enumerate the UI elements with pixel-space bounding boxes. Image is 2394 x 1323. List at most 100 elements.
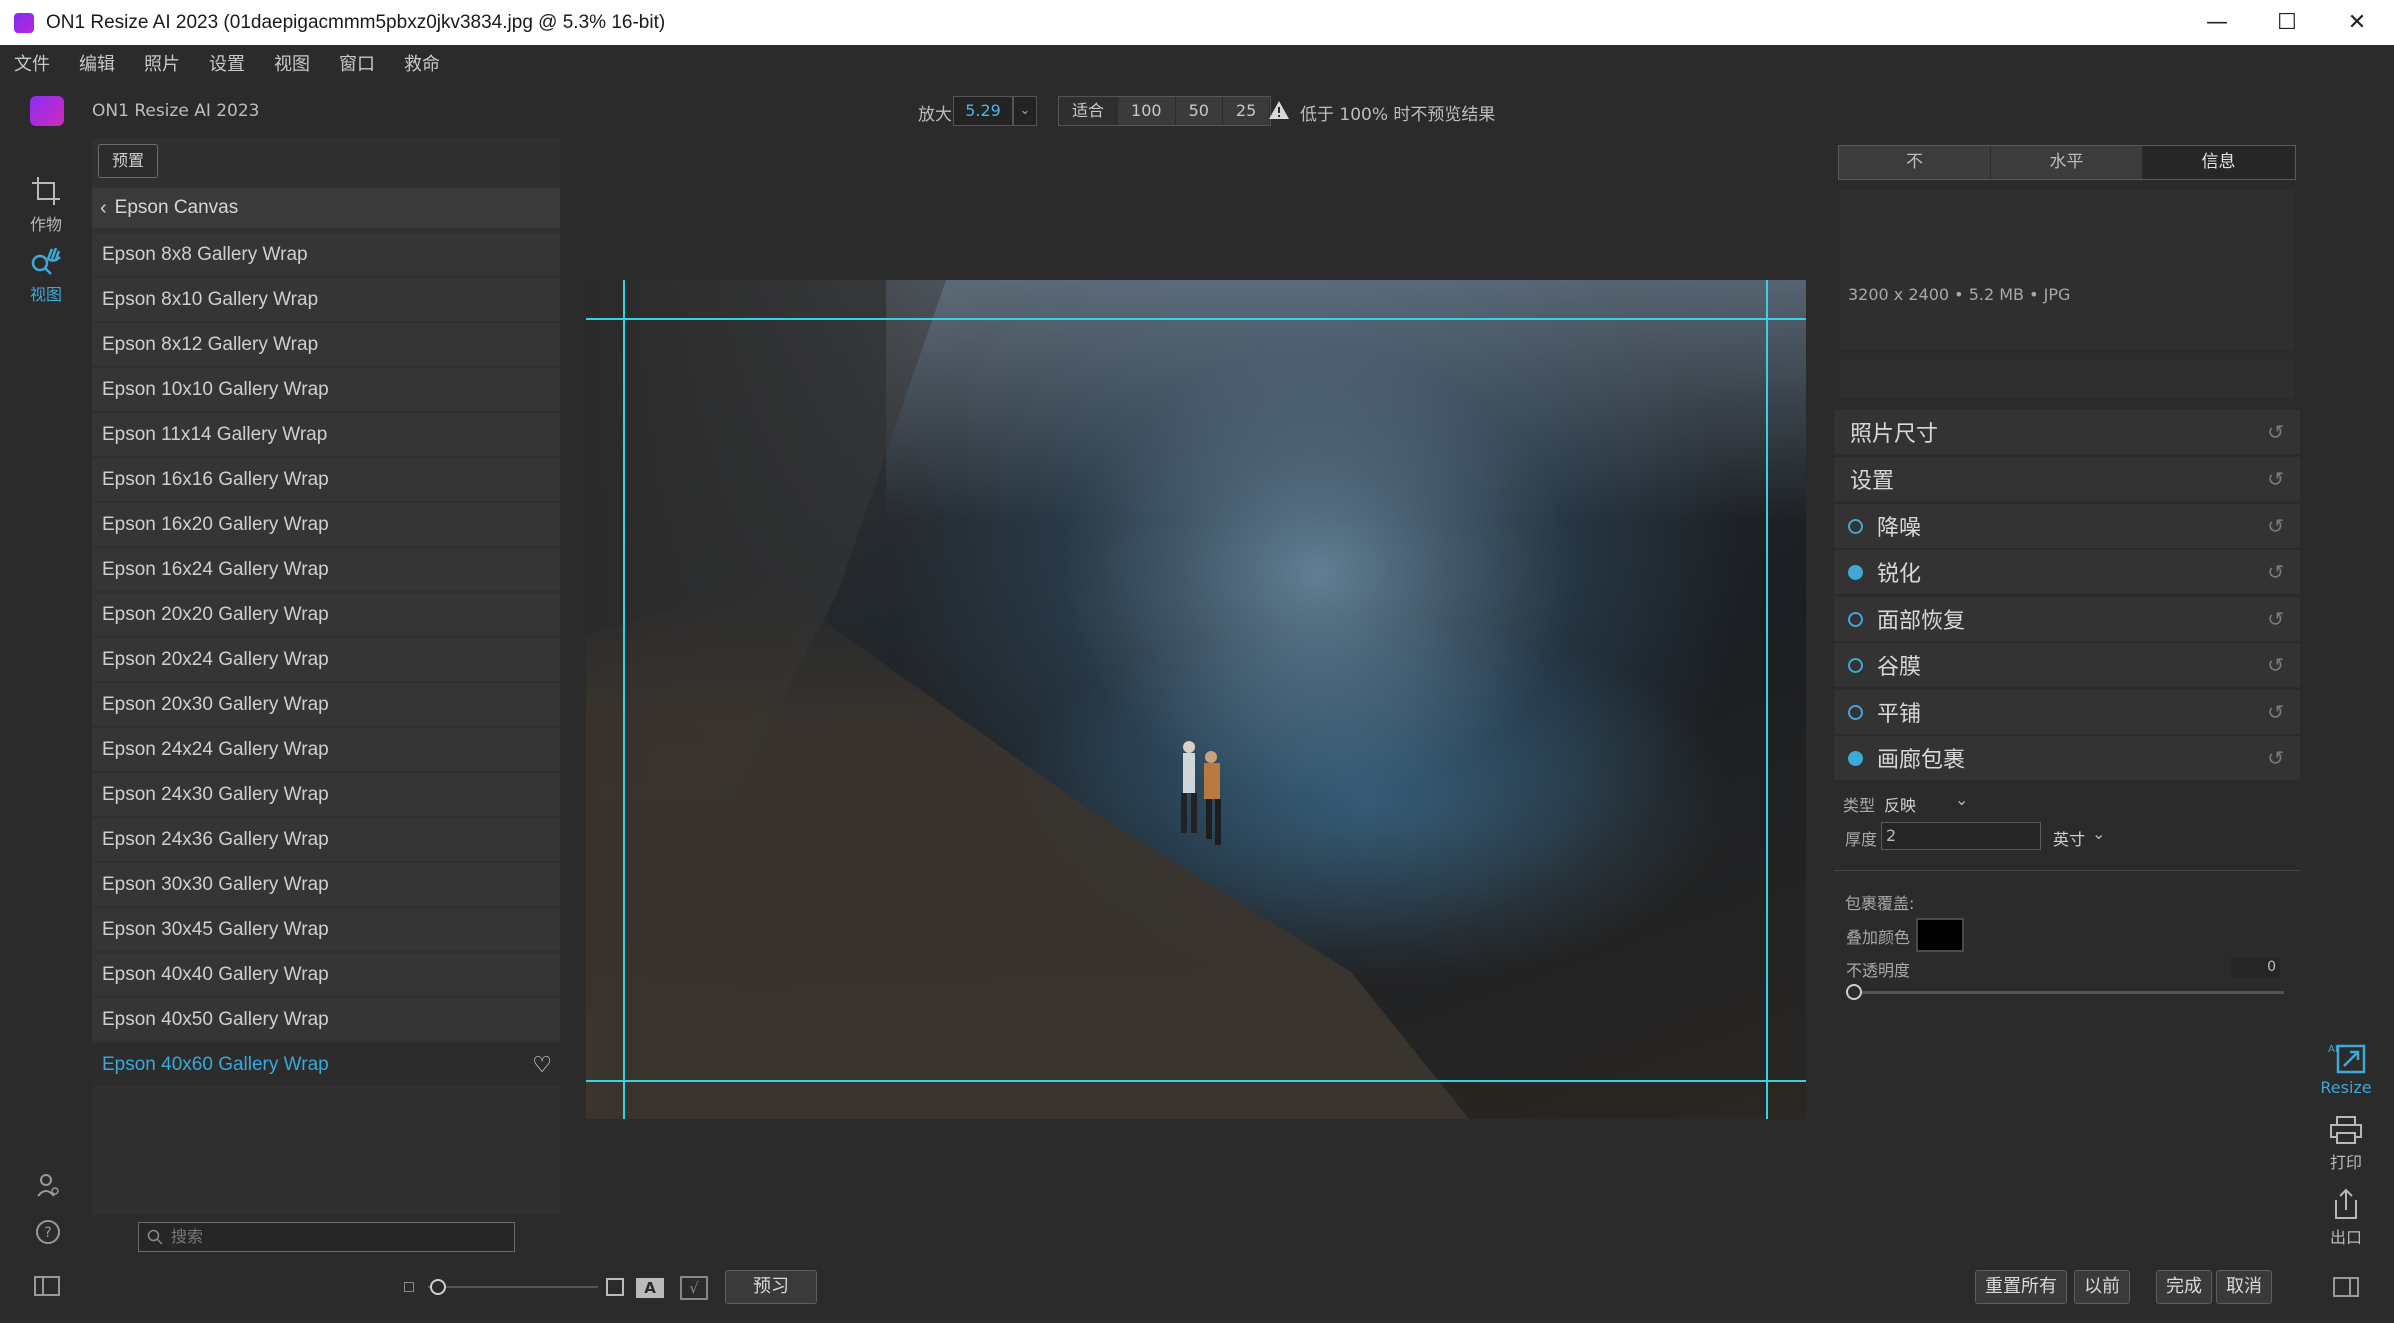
large-thumb-icon[interactable] — [606, 1278, 624, 1296]
tab-none[interactable]: 不 — [1839, 146, 1991, 179]
section-sharpen[interactable]: 锐化 ↺ — [1834, 550, 2300, 594]
unit-chevron-icon[interactable]: ⌄ — [2092, 824, 2105, 843]
wrap-type-select[interactable]: 反映 — [1884, 792, 1916, 816]
module-resize[interactable]: AI Resize — [2318, 1040, 2374, 1097]
preset-item[interactable]: Epson 16x20 Gallery Wrap — [92, 503, 560, 546]
menu-edit[interactable]: 编辑 — [79, 50, 115, 76]
preset-item[interactable]: Epson 11x14 Gallery Wrap — [92, 413, 560, 456]
reset-icon[interactable]: ↺ — [2267, 514, 2284, 538]
opacity-slider-handle[interactable] — [1846, 984, 1862, 1000]
preset-item[interactable]: Epson 40x50 Gallery Wrap — [92, 998, 560, 1041]
film-grain-toggle[interactable] — [1848, 657, 1863, 673]
preset-item[interactable]: Epson 8x10 Gallery Wrap — [92, 278, 560, 321]
preset-item[interactable]: Epson 8x8 Gallery Wrap — [92, 233, 560, 276]
preset-item[interactable]: Epson 20x30 Gallery Wrap — [92, 683, 560, 726]
toggle-left-panel-icon[interactable] — [34, 1276, 60, 1296]
thumb-size-handle[interactable] — [430, 1279, 446, 1295]
reset-icon[interactable]: ↺ — [2267, 700, 2284, 724]
opacity-value[interactable]: 0 — [2230, 957, 2280, 977]
gallery-wrap-toggle[interactable] — [1848, 750, 1863, 766]
help-icon[interactable]: ? — [35, 1219, 61, 1245]
text-overlay-icon[interactable]: A — [636, 1278, 664, 1298]
tiling-toggle[interactable] — [1848, 704, 1863, 720]
sharpen-toggle[interactable] — [1848, 564, 1863, 580]
noise-toggle[interactable] — [1848, 518, 1863, 534]
section-noise[interactable]: 降噪 ↺ — [1834, 504, 2300, 548]
toggle-right-panel-icon[interactable] — [2333, 1277, 2359, 1297]
compare-icon[interactable]: √ — [680, 1276, 708, 1300]
preset-item[interactable]: Epson 24x24 Gallery Wrap — [92, 728, 560, 771]
tab-info[interactable]: 信息 — [2143, 146, 2295, 179]
preset-item[interactable]: Epson 40x60 Gallery Wrap ♡ — [92, 1043, 560, 1086]
reset-icon[interactable]: ↺ — [2267, 420, 2284, 444]
back-chevron-icon[interactable]: ‹ — [100, 197, 107, 220]
preset-item[interactable]: Epson 16x16 Gallery Wrap — [92, 458, 560, 501]
menu-file[interactable]: 文件 — [14, 50, 50, 76]
menu-help[interactable]: 救命 — [404, 50, 440, 76]
breadcrumb-label: Epson Canvas — [114, 197, 239, 218]
preset-item[interactable]: Epson 8x12 Gallery Wrap — [92, 323, 560, 366]
unit-select[interactable]: 英寸 — [2053, 826, 2085, 850]
close-button[interactable]: ✕ — [2322, 0, 2392, 45]
zoom-fit-button[interactable]: 适合 — [1059, 97, 1119, 125]
cancel-button[interactable]: 取消 — [2216, 1270, 2272, 1304]
preset-item[interactable]: Epson 24x36 Gallery Wrap — [92, 818, 560, 861]
reset-icon[interactable]: ↺ — [2267, 653, 2284, 677]
preset-item[interactable]: Epson 20x20 Gallery Wrap — [92, 593, 560, 636]
small-thumb-icon[interactable] — [404, 1282, 414, 1292]
previous-button[interactable]: 以前 — [2074, 1270, 2130, 1304]
preset-item[interactable]: Epson 10x10 Gallery Wrap — [92, 368, 560, 411]
section-film-grain[interactable]: 谷膜 ↺ — [1834, 643, 2300, 687]
menu-window[interactable]: 窗口 — [339, 50, 375, 76]
preset-item[interactable]: Epson 30x30 Gallery Wrap — [92, 863, 560, 906]
preset-item[interactable]: Epson 40x40 Gallery Wrap — [92, 953, 560, 996]
module-export[interactable]: 出口 — [2318, 1188, 2374, 1248]
preset-button[interactable]: 预置 — [98, 144, 158, 178]
reset-icon[interactable]: ↺ — [2267, 607, 2284, 631]
face-toggle[interactable] — [1848, 611, 1863, 627]
section-photo-size[interactable]: 照片尺寸 ↺ — [1834, 410, 2300, 454]
maximize-btn[interactable]: ☐ — [2252, 0, 2322, 45]
favorite-heart-icon[interactable]: ♡ — [532, 1043, 552, 1086]
menu-photo[interactable]: 照片 — [144, 50, 180, 76]
module-print-label: 打印 — [2329, 1153, 2362, 1172]
thickness-input[interactable]: 2 — [1881, 822, 2041, 850]
section-settings[interactable]: 设置 ↺ — [1834, 457, 2300, 501]
user-icon[interactable] — [36, 1172, 60, 1198]
warning-icon — [1269, 101, 1289, 119]
preset-item[interactable]: Epson 24x30 Gallery Wrap — [92, 773, 560, 816]
thumb-size-slider[interactable] — [428, 1286, 598, 1288]
preset-item[interactable]: Epson 20x24 Gallery Wrap — [92, 638, 560, 681]
preset-item-label: Epson 40x40 Gallery Wrap — [102, 964, 329, 985]
zoom-100-button[interactable]: 100 — [1118, 97, 1176, 125]
reset-icon[interactable]: ↺ — [2267, 467, 2284, 491]
section-gallery-wrap-label: 画廊包裹 — [1877, 748, 1966, 773]
section-gallery-wrap[interactable]: 画廊包裹 ↺ — [1834, 736, 2300, 780]
reset-icon[interactable]: ↺ — [2267, 746, 2284, 770]
minimize-btn[interactable]: — — [2182, 0, 2252, 45]
tab-horizontal[interactable]: 水平 — [1991, 146, 2143, 179]
section-tiling[interactable]: 平铺 ↺ — [1834, 690, 2300, 734]
zoom-50-button[interactable]: 50 — [1175, 97, 1223, 125]
zoom-25-button[interactable]: 25 — [1222, 97, 1271, 125]
zoom-dropdown-chevron-icon[interactable]: ⌄ — [1013, 96, 1037, 126]
menu-view[interactable]: 视图 — [274, 50, 310, 76]
zoom-input[interactable]: 5.29 — [953, 96, 1013, 126]
module-print[interactable]: 打印 — [2318, 1115, 2374, 1173]
preset-search-input[interactable]: 搜索 — [138, 1222, 515, 1252]
view-tool[interactable]: 视图 — [18, 245, 74, 305]
preset-breadcrumb[interactable]: ‹ Epson Canvas — [92, 188, 560, 228]
section-face-recovery[interactable]: 面部恢复 ↺ — [1834, 597, 2300, 641]
crop-tool[interactable]: 作物 — [18, 175, 74, 235]
photo-preview-canvas[interactable] — [586, 280, 1806, 1119]
wrap-type-chevron-icon[interactable]: ⌄ — [1955, 790, 1968, 809]
preset-item[interactable]: Epson 16x24 Gallery Wrap — [92, 548, 560, 591]
done-button[interactable]: 完成 — [2156, 1270, 2212, 1304]
reset-icon[interactable]: ↺ — [2267, 560, 2284, 584]
preview-button[interactable]: 预习 — [725, 1270, 817, 1304]
reset-all-button[interactable]: 重置所有 — [1975, 1270, 2067, 1304]
opacity-slider-track[interactable] — [1850, 991, 2284, 994]
preset-item[interactable]: Epson 30x45 Gallery Wrap — [92, 908, 560, 951]
overlay-color-swatch[interactable] — [1916, 918, 1964, 952]
menu-settings[interactable]: 设置 — [209, 50, 245, 76]
